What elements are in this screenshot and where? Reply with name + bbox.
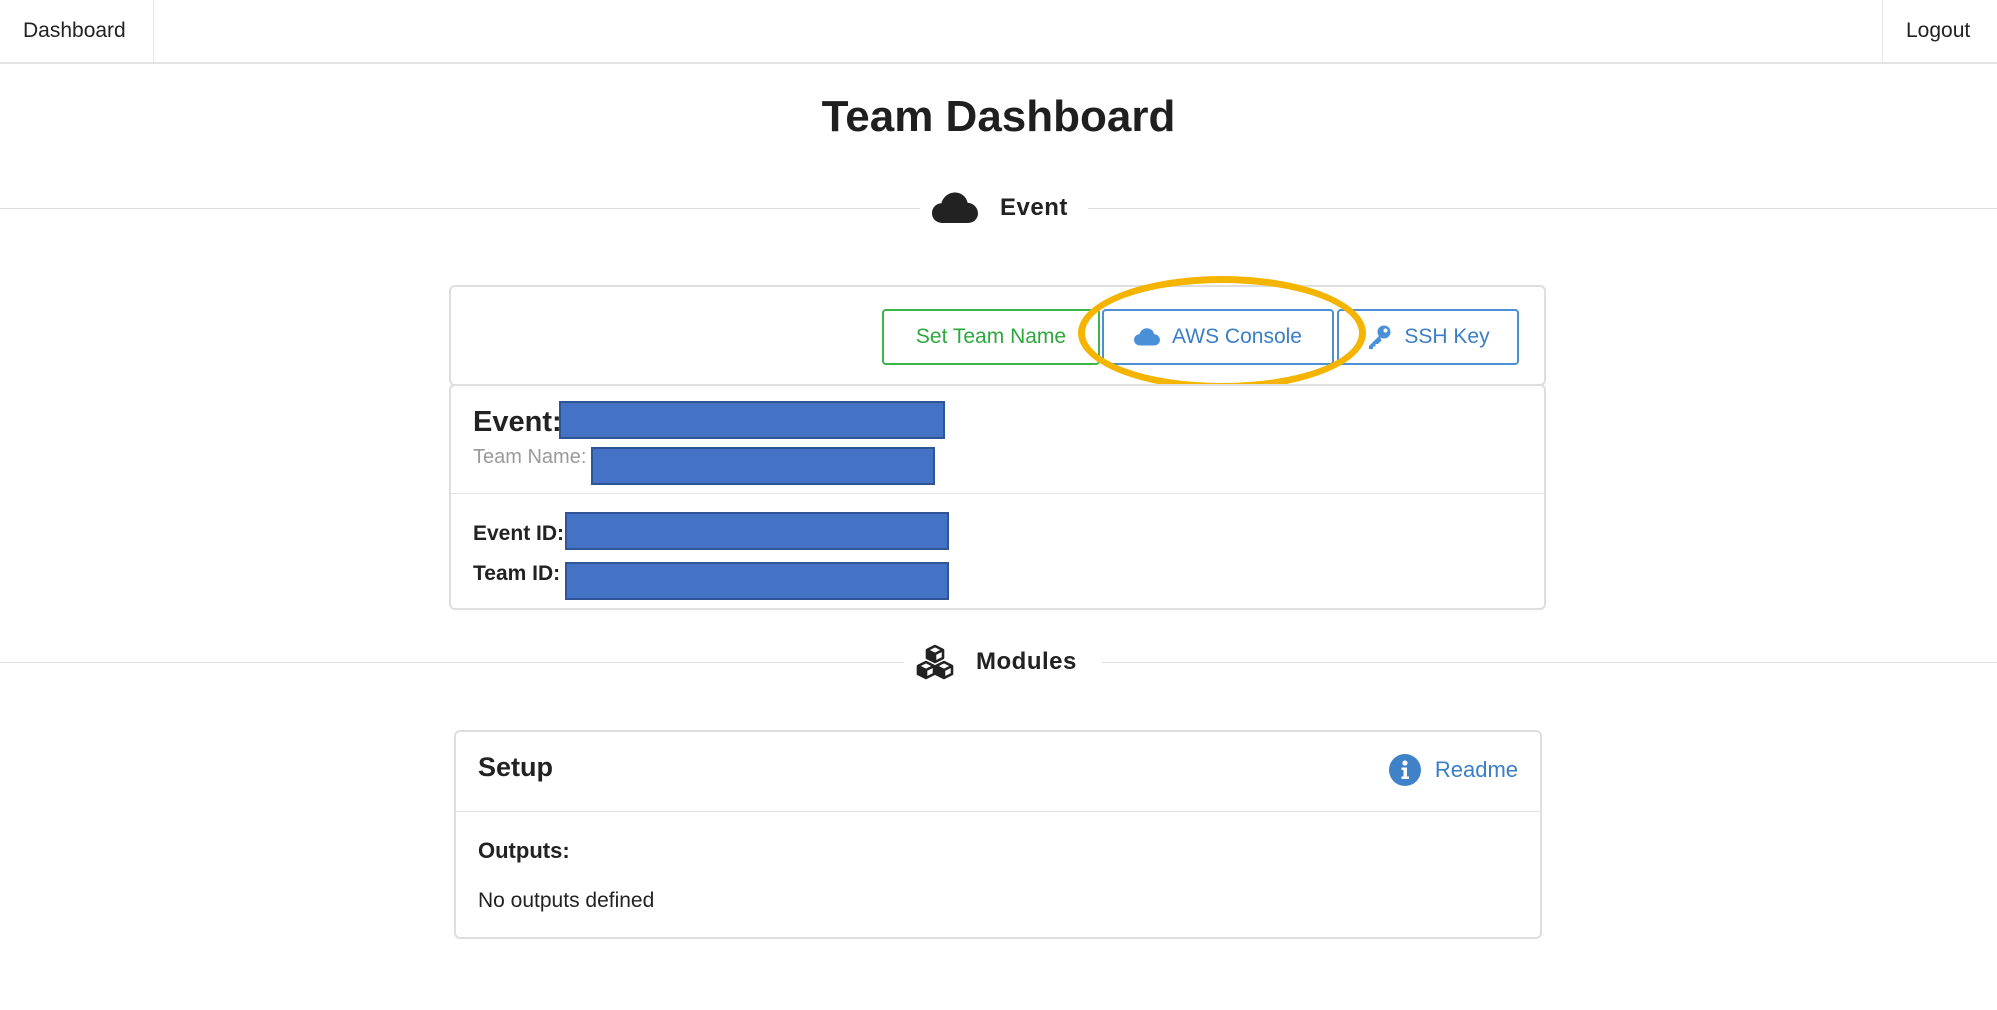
divider-line-right (1102, 662, 1997, 663)
event-info-header: Event: Team Name: (451, 386, 1544, 494)
modules-section-header: Modules (904, 642, 1102, 682)
setup-module-header: Setup Readme (456, 732, 1540, 812)
cubes-icon (916, 644, 954, 680)
divider-line-left (0, 662, 904, 663)
cloud-icon (1134, 328, 1160, 346)
event-info-card: Event: Team Name: Event ID: Team ID: (449, 384, 1546, 610)
cloud-icon (932, 192, 978, 223)
event-name-label: Event: (473, 406, 562, 438)
team-id-redacted (565, 562, 949, 600)
modules-section-divider: Modules (0, 642, 1997, 682)
ssh-key-button[interactable]: SSH Key (1337, 309, 1519, 365)
readme-link[interactable]: Readme (1388, 754, 1518, 786)
team-name-label: Team Name: (473, 446, 587, 468)
set-team-name-label: Set Team Name (915, 325, 1067, 348)
team-name-redacted (591, 447, 935, 485)
event-section-header: Event (920, 188, 1088, 228)
nav-dashboard-label: Dashboard (23, 19, 126, 42)
info-icon (1388, 754, 1421, 786)
modules-section-label: Modules (976, 648, 1077, 675)
event-section-label: Event (1000, 194, 1068, 221)
readme-label: Readme (1434, 757, 1518, 782)
ssh-key-label: SSH Key (1404, 325, 1490, 348)
event-name-redacted (559, 401, 945, 439)
aws-console-label: AWS Console (1172, 325, 1302, 348)
event-actions-card: Set Team Name AWS Console SSH Key (449, 285, 1546, 386)
outputs-label: Outputs: (478, 838, 570, 863)
divider-line-left (0, 208, 920, 209)
nav-dashboard-link[interactable]: Dashboard (0, 0, 154, 62)
divider-line-right (1088, 208, 1997, 209)
event-section-divider: Event (0, 188, 1997, 228)
setup-module-title: Setup (478, 752, 554, 782)
nav-logout-label: Logout (1906, 19, 1971, 42)
event-id-label: Event ID: (473, 522, 565, 545)
setup-module-card: Setup Readme Outputs: No outputs defined (454, 730, 1542, 939)
outputs-empty-text: No outputs defined (478, 889, 655, 912)
key-icon (1369, 325, 1391, 349)
top-navbar: Dashboard Logout (0, 0, 1997, 64)
set-team-name-button[interactable]: Set Team Name (882, 309, 1100, 365)
aws-console-button[interactable]: AWS Console (1102, 309, 1334, 365)
nav-logout-link[interactable]: Logout (1882, 0, 1997, 62)
event-id-redacted (565, 512, 949, 550)
page-title: Team Dashboard (821, 92, 1176, 141)
team-id-label: Team ID: (473, 562, 561, 585)
